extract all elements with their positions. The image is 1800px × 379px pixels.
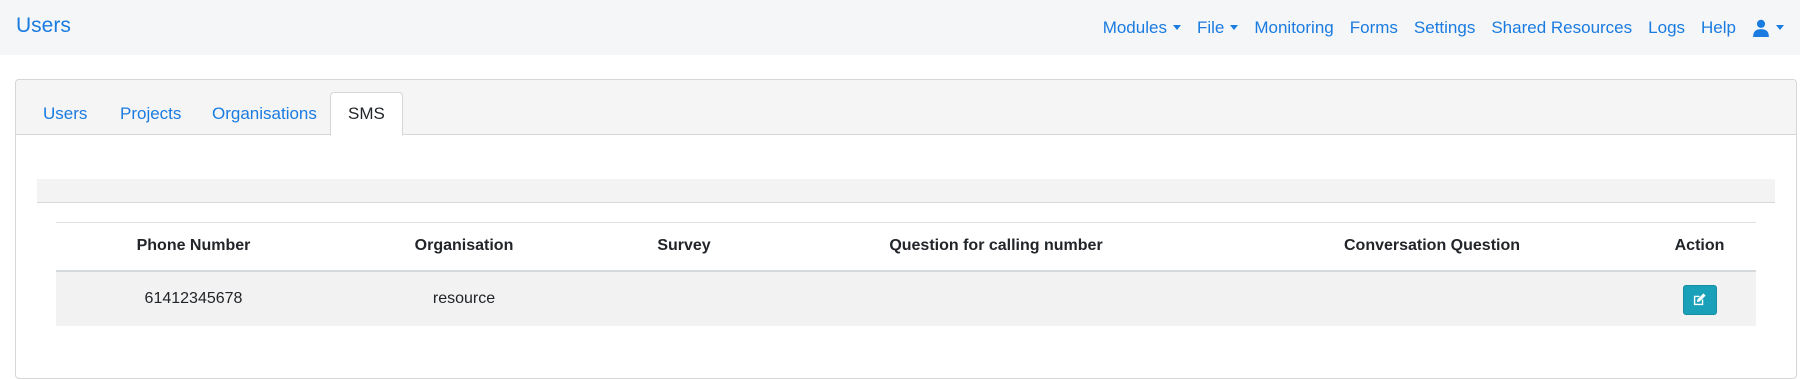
navbar-menu: Modules File Monitoring Forms Settings S…: [1087, 0, 1784, 55]
tab-projects[interactable]: Projects: [120, 92, 181, 135]
cell-action: [1643, 271, 1756, 326]
table-row: 61412345678 resource: [56, 270, 1756, 326]
tab-bar: Users Projects Organisations SMS: [16, 80, 1796, 136]
header-organisation: Organisation: [414, 237, 514, 255]
header-action: Action: [1674, 237, 1725, 255]
header-question-calling-number: Question for calling number: [889, 237, 1103, 255]
nav-help-link[interactable]: Help: [1701, 18, 1736, 38]
cell-organisation: resource: [432, 289, 496, 307]
nav-modules-label: Modules: [1102, 17, 1167, 37]
toolbar-strip: [37, 179, 1775, 203]
nav-monitoring-link[interactable]: Monitoring: [1254, 18, 1333, 38]
edit-button[interactable]: [1682, 284, 1717, 315]
header-conversation-question: Conversation Question: [1343, 237, 1521, 255]
cell-question-calling-number: [771, 271, 1221, 326]
tab-sms[interactable]: SMS: [330, 92, 403, 136]
nav-file-label: File: [1196, 17, 1225, 37]
tab-organisations[interactable]: Organisations: [212, 92, 317, 135]
navbar: Users Modules File Monitoring Forms Sett…: [0, 0, 1800, 55]
nav-file-dropdown[interactable]: File: [1196, 17, 1239, 38]
header-phone-number: Phone Number: [136, 237, 251, 255]
nav-modules-dropdown[interactable]: Modules: [1103, 18, 1181, 38]
cell-conversation-question: [1221, 271, 1643, 326]
caret-down-icon: [1776, 25, 1784, 30]
cell-survey: [597, 271, 771, 326]
nav-logs-link[interactable]: Logs: [1648, 18, 1685, 38]
edit-icon: [1693, 293, 1706, 306]
nav-settings-link[interactable]: Settings: [1414, 18, 1475, 38]
tab-users[interactable]: Users: [43, 92, 87, 135]
sms-table: Phone Number Organisation Survey Questio…: [56, 222, 1756, 326]
nav-shared-resources-link[interactable]: Shared Resources: [1491, 18, 1632, 38]
sms-table-container: Phone Number Organisation Survey Questio…: [56, 222, 1756, 326]
user-icon: [1753, 19, 1769, 37]
cell-phone-number: 61412345678: [144, 289, 243, 307]
user-menu-dropdown[interactable]: [1752, 19, 1784, 37]
caret-down-icon: [1172, 25, 1181, 30]
header-survey: Survey: [657, 237, 711, 255]
nav-forms-link[interactable]: Forms: [1350, 18, 1398, 38]
caret-down-icon: [1230, 25, 1239, 30]
sms-card: Users Projects Organisations SMS Phone N…: [15, 79, 1797, 379]
table-header-row: Phone Number Organisation Survey Questio…: [56, 222, 1756, 271]
navbar-brand[interactable]: Users: [16, 14, 71, 38]
